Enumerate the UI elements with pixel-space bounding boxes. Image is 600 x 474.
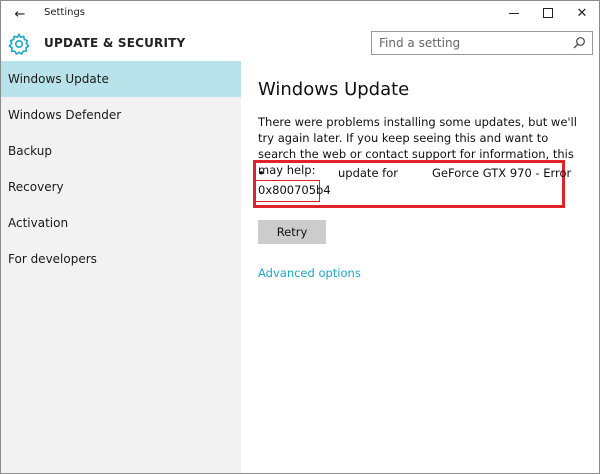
search-icon[interactable] <box>572 36 586 50</box>
maximize-icon <box>543 8 553 18</box>
title-bar: ← Settings ✕ <box>1 1 599 27</box>
sidebar-item-recovery[interactable]: Recovery <box>1 169 241 205</box>
page-title: Windows Update <box>258 79 410 100</box>
settings-window: ← Settings ✕ UPDATE & SECURITY Find a se… <box>0 0 600 474</box>
minimize-button[interactable] <box>497 1 531 25</box>
sidebar-item-label: Windows Update <box>8 72 109 86</box>
gear-icon <box>8 32 30 56</box>
sidebar: Windows Update Windows Defender Backup R… <box>1 61 241 473</box>
main-content: Windows Update There were problems insta… <box>253 61 588 473</box>
update-label: update for <box>338 166 398 180</box>
sidebar-item-windows-update[interactable]: Windows Update <box>1 61 241 97</box>
sidebar-item-activation[interactable]: Activation <box>1 205 241 241</box>
close-icon: ✕ <box>576 5 588 21</box>
error-code: 0x800705b4 <box>258 183 331 197</box>
maximize-button[interactable] <box>531 1 565 25</box>
sidebar-item-for-developers[interactable]: For developers <box>1 241 241 277</box>
retry-button[interactable]: Retry <box>258 220 326 244</box>
back-arrow-icon: ← <box>14 6 26 22</box>
search-input[interactable] <box>372 32 562 54</box>
close-button[interactable]: ✕ <box>565 1 599 25</box>
sidebar-item-windows-defender[interactable]: Windows Defender <box>1 97 241 133</box>
sidebar-item-label: For developers <box>8 252 97 266</box>
back-button[interactable]: ← <box>9 4 31 24</box>
window-title: Settings <box>44 7 86 18</box>
section-title: UPDATE & SECURITY <box>44 36 186 50</box>
sidebar-item-backup[interactable]: Backup <box>1 133 241 169</box>
search-box[interactable] <box>371 31 593 55</box>
sidebar-item-label: Windows Defender <box>8 108 122 122</box>
update-name: GeForce GTX 970 - Error <box>432 166 572 180</box>
minimize-icon <box>509 12 519 14</box>
sidebar-item-label: Activation <box>8 216 69 230</box>
page-header: UPDATE & SECURITY <box>1 27 599 61</box>
sidebar-item-label: Backup <box>8 144 52 158</box>
advanced-options-link[interactable]: Advanced options <box>258 266 361 280</box>
bullet: • <box>258 166 265 180</box>
sidebar-item-label: Recovery <box>8 180 64 194</box>
